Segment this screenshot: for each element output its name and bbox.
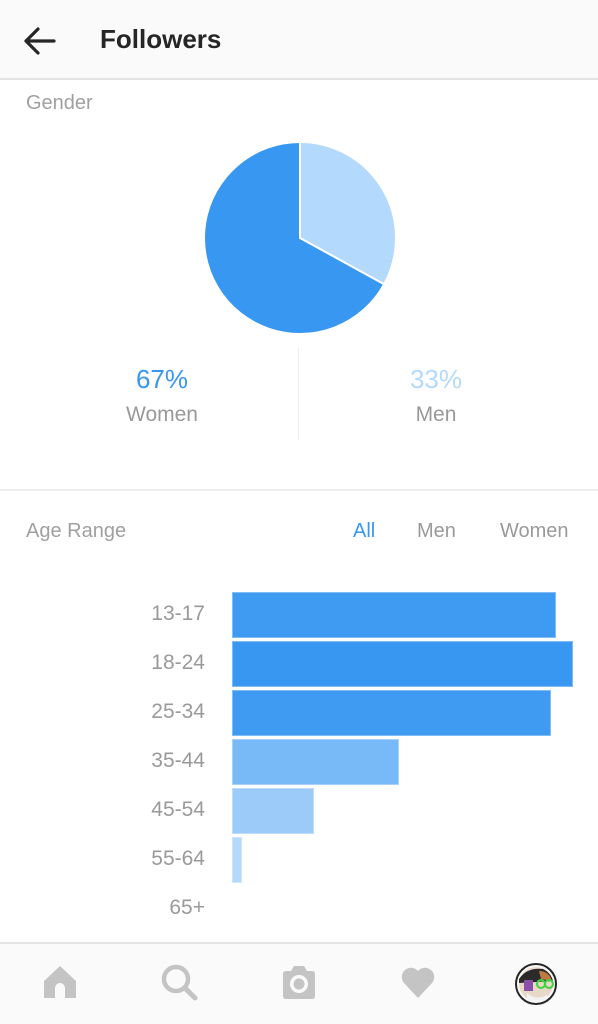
heart-icon: [401, 967, 435, 998]
back-button[interactable]: [22, 24, 58, 58]
women-percent: 67%: [135, 364, 189, 394]
men-percent: 33%: [409, 364, 463, 394]
age-bar-35-44: [232, 739, 399, 785]
stat-divider: [298, 348, 299, 440]
men-label: Men: [415, 403, 457, 426]
age-label-18-24: 18-24: [151, 651, 205, 674]
age-bar-18-24: [232, 641, 573, 687]
page-title: Followers: [100, 24, 222, 54]
gender-section-label: Gender: [26, 92, 93, 114]
nav-activity[interactable]: [398, 962, 438, 1002]
age-bar-13-17: [232, 592, 556, 638]
women-stat: 67% Women: [62, 364, 262, 427]
arrow-left-icon: [24, 27, 56, 55]
gender-pie-chart: [203, 140, 397, 335]
age-bar-55-64: [232, 837, 242, 883]
top-bar: Followers: [0, 0, 598, 80]
age-range-section-label: Age Range: [26, 520, 127, 542]
nav-home[interactable]: [40, 962, 80, 1002]
men-stat: 33% Men: [336, 364, 536, 427]
camera-icon: [283, 966, 315, 999]
age-bar-25-34: [232, 690, 551, 736]
age-label-65plus: 65+: [169, 896, 205, 919]
tab-all[interactable]: All: [353, 520, 375, 543]
age-label-13-17: 13-17: [151, 602, 205, 625]
tab-women[interactable]: Women: [500, 520, 569, 543]
section-divider: [0, 489, 598, 491]
nav-profile-avatar[interactable]: [515, 963, 557, 1005]
age-label-45-54: 45-54: [151, 798, 205, 821]
age-bar-45-54: [232, 788, 314, 834]
age-label-35-44: 35-44: [151, 749, 205, 772]
home-icon: [44, 966, 76, 998]
profile-avatar: [519, 967, 554, 1001]
nav-search[interactable]: [159, 962, 199, 1002]
nav-camera[interactable]: [279, 962, 319, 1002]
search-icon: [161, 964, 198, 1001]
age-label-55-64: 55-64: [151, 847, 205, 870]
age-label-25-34: 25-34: [151, 700, 205, 723]
women-label: Women: [126, 403, 198, 426]
tab-men[interactable]: Men: [417, 520, 456, 543]
